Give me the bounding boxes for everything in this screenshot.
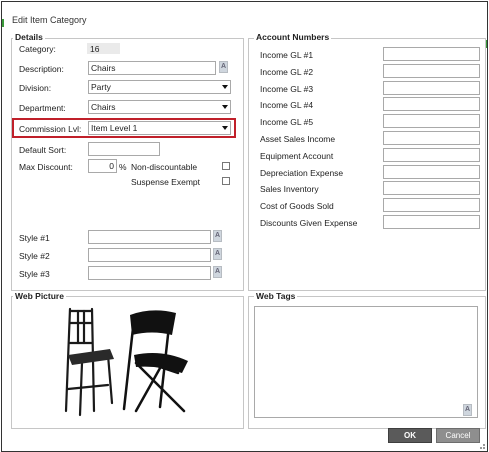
window-title: Edit Item Category [12, 15, 87, 25]
category-label: Category: [19, 44, 56, 54]
account-number-input[interactable] [383, 215, 480, 229]
division-value: Party [91, 82, 111, 92]
chevron-down-icon [222, 105, 228, 109]
account-number-input[interactable] [383, 114, 480, 129]
account-label: Income GL #1 [260, 50, 314, 60]
department-select[interactable]: Chairs [88, 100, 231, 114]
chairs-picture[interactable] [52, 303, 199, 420]
account-number-input[interactable] [383, 181, 480, 196]
description-input[interactable]: Chairs [88, 61, 216, 75]
percent-unit: % [119, 162, 127, 172]
non-discountable-checkbox[interactable] [222, 162, 230, 170]
web-picture-legend: Web Picture [13, 291, 66, 301]
account-number-input[interactable] [383, 131, 480, 145]
style1-input[interactable] [88, 230, 211, 244]
account-number-input[interactable] [383, 63, 480, 78]
left-accent-mark [2, 19, 4, 27]
default-sort-input[interactable] [88, 142, 160, 156]
account-number-input[interactable] [383, 47, 480, 61]
commission-label: Commission Lvl: [19, 124, 82, 134]
translate-icon[interactable]: A [463, 404, 472, 416]
non-discountable-label: Non-discountable [131, 162, 198, 172]
suspense-exempt-checkbox[interactable] [222, 177, 230, 185]
account-label: Income GL #3 [260, 83, 314, 94]
chairs-image [64, 307, 188, 417]
account-label: Cost of Goods Sold [260, 201, 334, 212]
ok-button[interactable]: OK [388, 428, 432, 443]
account-number-input[interactable] [383, 164, 480, 179]
translate-icon[interactable]: A [219, 61, 228, 73]
style2-input[interactable] [88, 248, 211, 262]
department-label: Department: [19, 103, 66, 113]
style3-input[interactable] [88, 266, 211, 280]
details-legend: Details [13, 32, 45, 42]
style1-label: Style #1 [19, 233, 50, 243]
account-label: Sales Inventory [260, 184, 319, 195]
max-discount-label: Max Discount: [19, 162, 73, 172]
chevron-down-icon [222, 126, 228, 130]
account-label: Income GL #2 [260, 66, 314, 77]
category-value-box: 16 [87, 43, 120, 54]
translate-icon[interactable]: A [213, 248, 222, 260]
account-label: Asset Sales Income [260, 134, 336, 144]
commission-select[interactable]: Item Level 1 [88, 121, 231, 135]
department-value: Chairs [91, 102, 116, 112]
edit-item-category-dialog: Edit Item Category Details Category: 16 … [1, 1, 488, 452]
web-tags-legend: Web Tags [254, 291, 298, 301]
description-label: Description: [19, 64, 64, 74]
account-label: Discounts Given Expense [260, 218, 358, 228]
suspense-exempt-label: Suspense Exempt [131, 177, 200, 187]
translate-icon[interactable]: A [213, 230, 222, 242]
style3-label: Style #3 [19, 269, 50, 279]
division-select[interactable]: Party [88, 80, 231, 94]
division-label: Division: [19, 83, 52, 93]
resize-grip-icon[interactable] [476, 440, 486, 450]
account-label: Income GL #5 [260, 117, 314, 128]
category-value: 16 [90, 44, 100, 54]
account-number-input[interactable] [383, 147, 480, 162]
translate-icon[interactable]: A [213, 266, 222, 278]
account-numbers-legend: Account Numbers [254, 32, 332, 42]
account-number-input[interactable] [383, 80, 480, 95]
account-label: Income GL #4 [260, 100, 314, 111]
default-sort-label: Default Sort: [19, 145, 67, 155]
max-discount-input[interactable]: 0 [88, 159, 117, 173]
account-number-input[interactable] [383, 198, 480, 213]
cancel-button[interactable]: Cancel [436, 428, 480, 443]
account-number-input[interactable] [383, 97, 480, 112]
account-label: Equipment Account [260, 150, 334, 161]
chevron-down-icon [222, 85, 228, 89]
web-tags-textarea[interactable] [254, 306, 478, 418]
style2-label: Style #2 [19, 251, 50, 261]
account-label: Depreciation Expense [260, 167, 344, 178]
commission-value: Item Level 1 [91, 123, 138, 133]
title-bar: Edit Item Category [2, 2, 487, 32]
